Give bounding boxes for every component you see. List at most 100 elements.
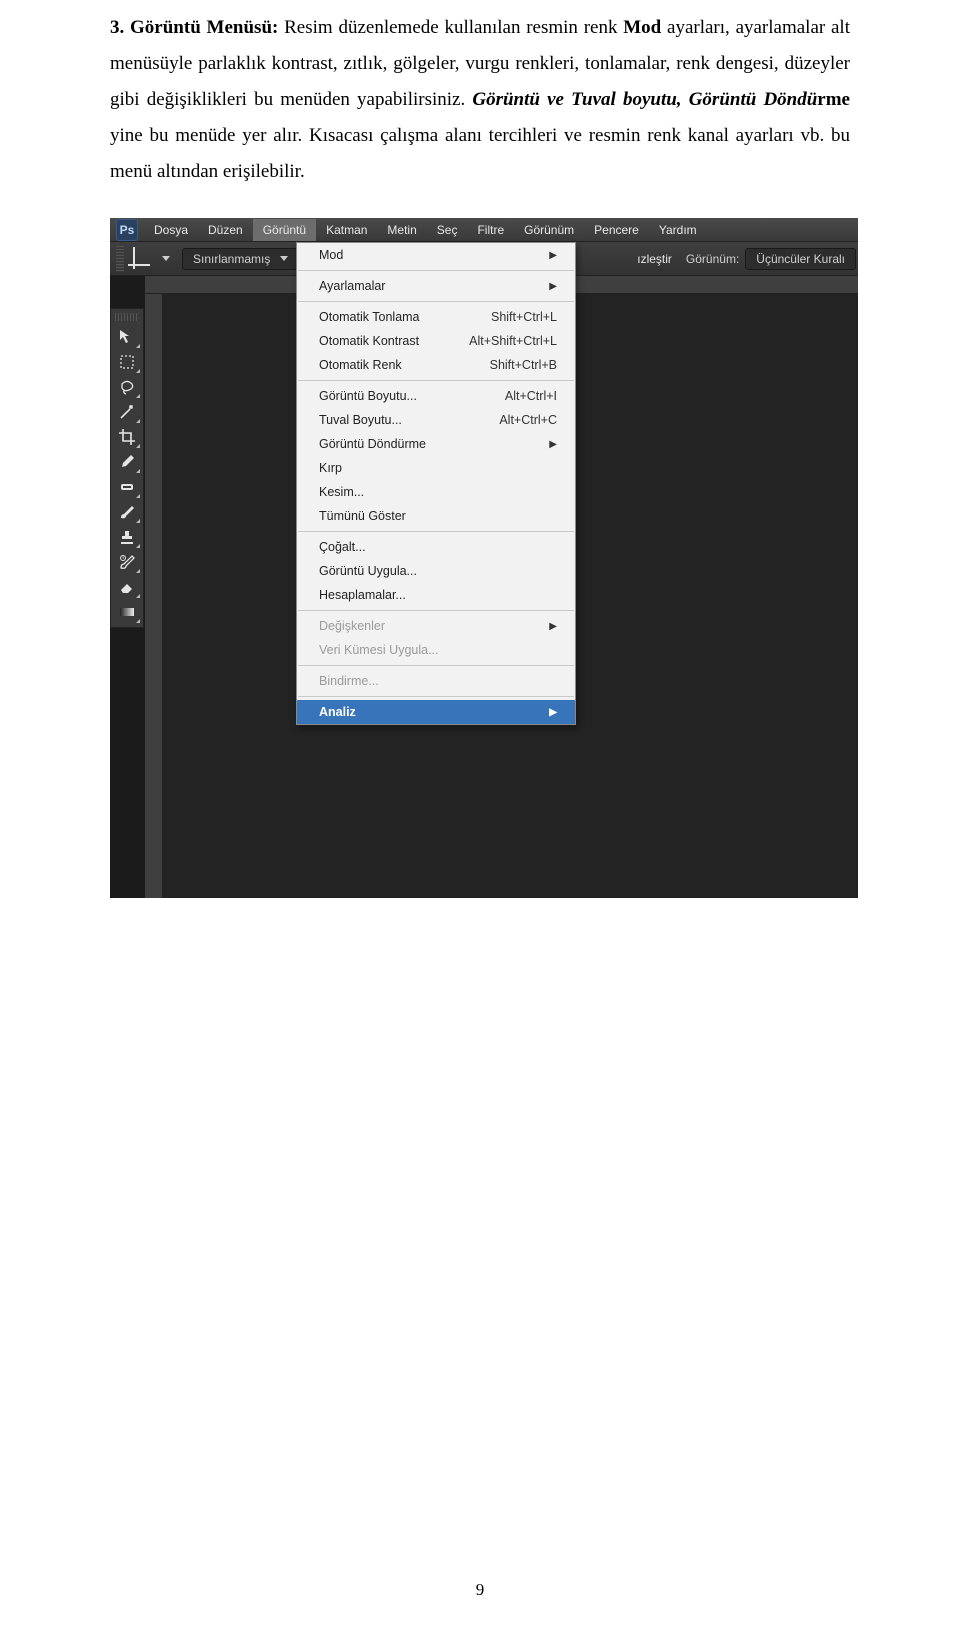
healing-tool[interactable] <box>113 475 141 499</box>
menu-separator <box>298 665 574 666</box>
submenu-arrow-icon: ▶ <box>549 621 557 632</box>
menu-item-label: Hesaplamalar... <box>319 588 406 602</box>
menu-item[interactable]: Otomatik Tonlama Shift+Ctrl+L <box>297 305 575 329</box>
menu-katman[interactable]: Katman <box>316 219 377 241</box>
crop-tool[interactable] <box>113 425 141 449</box>
flyout-indicator-icon <box>136 594 140 598</box>
menu-separator <box>298 696 574 697</box>
menu-shortcut: Alt+Shift+Ctrl+L <box>469 334 557 348</box>
app-header: Ps DosyaDüzenGörüntüKatmanMetinSeçFiltre… <box>110 218 858 242</box>
menu-item[interactable]: Kırp <box>297 456 575 480</box>
menu-görüntü[interactable]: Görüntü <box>253 219 316 241</box>
submenu-arrow-icon: ▶ <box>549 250 557 261</box>
menu-dosya[interactable]: Dosya <box>144 219 198 241</box>
view-label: Görünüm: <box>686 252 739 266</box>
chevron-down-icon[interactable] <box>162 256 170 261</box>
menu-item-label: Görüntü Uygula... <box>319 564 417 578</box>
view-dropdown[interactable]: Üçüncüler Kuralı <box>745 248 856 270</box>
flyout-indicator-icon <box>136 344 140 348</box>
crop-tool-icon[interactable] <box>130 249 150 269</box>
grip-icon <box>115 313 139 321</box>
flyout-indicator-icon <box>136 519 140 523</box>
menu-item-label: Otomatik Kontrast <box>319 334 419 348</box>
marquee-tool[interactable] <box>113 350 141 374</box>
eyedropper-tool[interactable] <box>113 450 141 474</box>
page-number: 9 <box>0 1580 960 1600</box>
menu-item[interactable]: Görüntü Uygula... <box>297 559 575 583</box>
flyout-indicator-icon <box>136 569 140 573</box>
menu-metin[interactable]: Metin <box>377 219 426 241</box>
menu-item-label: Tümünü Göster <box>319 509 406 523</box>
flyout-indicator-icon <box>136 494 140 498</box>
menu-item-label: Bindirme... <box>319 674 379 688</box>
menu-item-label: Kesim... <box>319 485 364 499</box>
menu-item: Bindirme... <box>297 669 575 693</box>
brush-tool[interactable] <box>113 500 141 524</box>
menu-item[interactable]: Mod ▶ <box>297 243 575 267</box>
menu-yardım[interactable]: Yardım <box>649 219 707 241</box>
menu-item-label: Görüntü Boyutu... <box>319 389 417 403</box>
menu-item-label: Görüntü Döndürme <box>319 437 426 451</box>
flyout-indicator-icon <box>136 469 140 473</box>
flyout-indicator-icon <box>136 544 140 548</box>
menu-item-label: Değişkenler <box>319 619 385 633</box>
menu-item-label: Analiz <box>319 705 356 719</box>
image-menu-dropdown: Mod ▶ Ayarlamalar ▶ Otomatik Tonlama Shift+Ct… <box>296 242 576 725</box>
flyout-indicator-icon <box>136 369 140 373</box>
menu-item[interactable]: Otomatik Kontrast Alt+Shift+Ctrl+L <box>297 329 575 353</box>
submenu-arrow-icon: ▶ <box>549 707 557 718</box>
menu-separator <box>298 531 574 532</box>
menu-item[interactable]: Kesim... <box>297 480 575 504</box>
menu-shortcut: Shift+Ctrl+B <box>490 358 557 372</box>
menu-separator <box>298 270 574 271</box>
chevron-down-icon <box>280 256 288 261</box>
menu-item[interactable]: Görüntü Döndürme▶ <box>297 432 575 456</box>
menu-item-label: Çoğalt... <box>319 540 366 554</box>
menu-item[interactable]: Hesaplamalar... <box>297 583 575 607</box>
flyout-indicator-icon <box>136 419 140 423</box>
submenu-arrow-icon: ▶ <box>549 281 557 292</box>
menu-shortcut: Alt+Ctrl+C <box>499 413 557 427</box>
menu-item-label: Veri Kümesi Uygula... <box>319 643 439 657</box>
menu-item-label: Ayarlamalar <box>319 279 385 293</box>
menu-seç[interactable]: Seç <box>427 219 468 241</box>
lasso-tool[interactable] <box>113 375 141 399</box>
menu-düzen[interactable]: Düzen <box>198 219 253 241</box>
menu-filtre[interactable]: Filtre <box>467 219 514 241</box>
menu-item[interactable]: Ayarlamalar ▶ <box>297 274 575 298</box>
menu-item[interactable]: Otomatik Renk Shift+Ctrl+B <box>297 353 575 377</box>
menu-item-label: Otomatik Renk <box>319 358 402 372</box>
wand-tool[interactable] <box>113 400 141 424</box>
menu-görünüm[interactable]: Görünüm <box>514 219 584 241</box>
vertical-ruler <box>145 294 163 898</box>
menu-separator <box>298 380 574 381</box>
menu-shortcut: Shift+Ctrl+L <box>491 310 557 324</box>
menu-item-label: Mod <box>319 248 343 262</box>
history-tool[interactable] <box>113 550 141 574</box>
move-tool[interactable] <box>113 325 141 349</box>
photoshop-screenshot: Ps DosyaDüzenGörüntüKatmanMetinSeçFiltre… <box>110 218 858 898</box>
menu-item[interactable]: Tuval Boyutu...Alt+Ctrl+C <box>297 408 575 432</box>
gradient-tool[interactable] <box>113 600 141 624</box>
menu-shortcut: Alt+Ctrl+I <box>505 389 557 403</box>
eraser-tool[interactable] <box>113 575 141 599</box>
flyout-indicator-icon <box>136 619 140 623</box>
menu-item[interactable]: Tümünü Göster <box>297 504 575 528</box>
menu-item-label: Otomatik Tonlama <box>319 310 420 324</box>
menu-item: Değişkenler ▶ <box>297 614 575 638</box>
menu-item-label: Kırp <box>319 461 342 475</box>
flyout-indicator-icon <box>136 444 140 448</box>
menu-pencere[interactable]: Pencere <box>584 219 649 241</box>
ps-logo: Ps <box>116 219 138 241</box>
straighten-label: ızleştir <box>637 252 672 266</box>
menu-separator <box>298 301 574 302</box>
menu-item[interactable]: Görüntü Boyutu... Alt+Ctrl+I <box>297 384 575 408</box>
toolbox <box>110 308 144 628</box>
menu-separator <box>298 610 574 611</box>
aspect-dropdown[interactable]: Sınırlanmamış <box>182 248 299 270</box>
menubar: DosyaDüzenGörüntüKatmanMetinSeçFiltreGör… <box>144 219 707 241</box>
menu-item[interactable]: Analiz ▶ <box>297 700 575 724</box>
flyout-indicator-icon <box>136 394 140 398</box>
stamp-tool[interactable] <box>113 525 141 549</box>
menu-item[interactable]: Çoğalt... <box>297 535 575 559</box>
